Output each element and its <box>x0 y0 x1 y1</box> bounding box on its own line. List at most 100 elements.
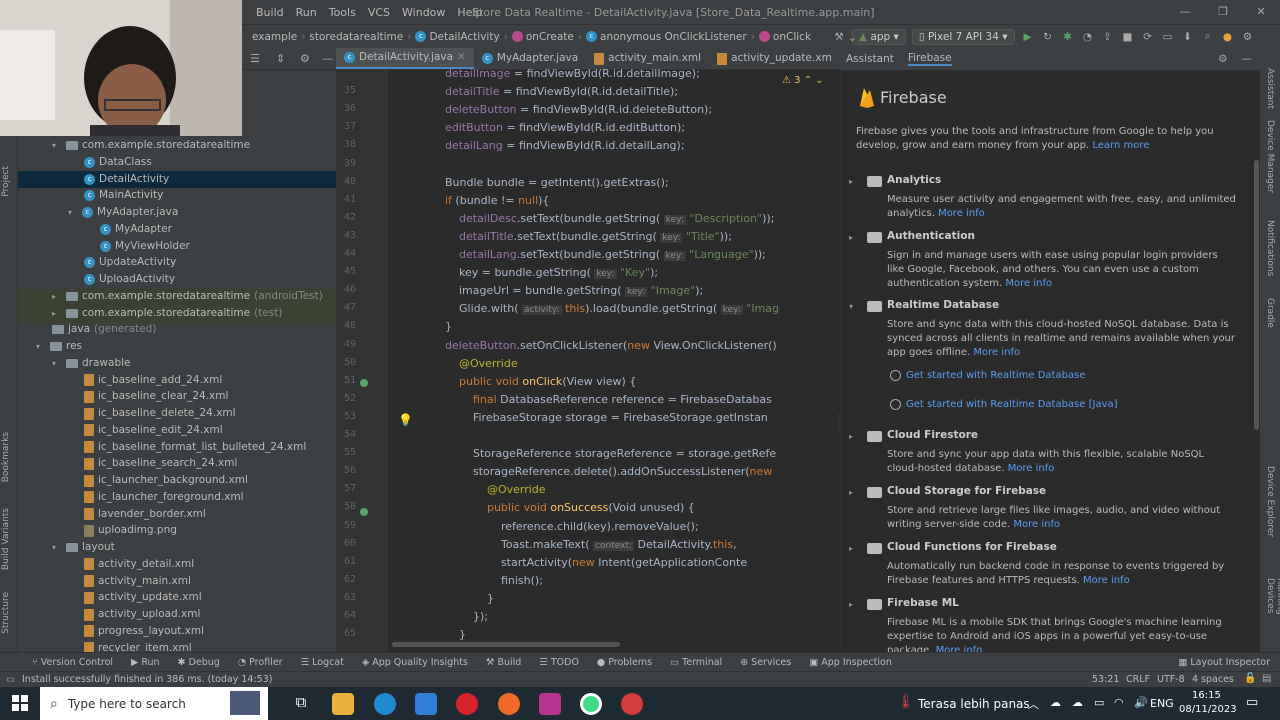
tree-item[interactable]: ▾ com.example.storedatarealtime <box>52 137 250 154</box>
expand-arrow-icon[interactable]: ▾ <box>52 539 62 556</box>
code-line[interactable]: StorageReference storageReference = stor… <box>445 447 776 460</box>
clock-date[interactable]: 08/11/2023 <box>1179 704 1237 715</box>
bookmarks-tool-tab[interactable]: Bookmarks <box>1 432 11 482</box>
device-explorer-tool-tab[interactable]: Device Explorer <box>1265 466 1275 537</box>
volume-icon[interactable]: 🔊 <box>1134 696 1148 709</box>
section-title[interactable]: Firebase ML <box>887 597 959 609</box>
app-inspection-tool[interactable]: ▣ App Inspection <box>801 657 900 668</box>
section-title[interactable]: Cloud Storage for Firebase <box>887 485 1046 497</box>
clock-time[interactable]: 16:15 <box>1192 690 1221 701</box>
more-info-link[interactable]: More info <box>938 208 985 219</box>
tab-activity-main[interactable]: activity_main.xml <box>586 48 709 69</box>
code-line[interactable]: if (bundle != null){ <box>445 194 549 207</box>
restore-icon[interactable]: ❐ <box>1204 0 1242 24</box>
project-tool-tab[interactable]: Project <box>1 166 11 197</box>
breadcrumb-onclick[interactable]: onClick <box>755 31 815 43</box>
windows-start-icon[interactable] <box>12 695 28 711</box>
section-expand-icon[interactable]: ▾ <box>849 302 853 311</box>
build-variants-tool-tab[interactable]: Build Variants <box>1 508 11 570</box>
tree-item[interactable]: ic_baseline_clear_24.xml <box>84 388 228 405</box>
get-started-link[interactable]: Get started with Realtime Database [Java… <box>890 399 1118 410</box>
memory-icon[interactable]: ▤ <box>1262 673 1271 684</box>
code-line[interactable]: reference.child(key).removeValue(); <box>445 520 699 533</box>
logcat-tool[interactable]: ☰ Logcat <box>293 657 352 668</box>
menu-tools[interactable]: Tools <box>323 6 362 19</box>
tree-item[interactable]: activity_detail.xml <box>84 556 194 573</box>
tree-item[interactable]: ▾ res <box>36 338 82 355</box>
code-line[interactable]: startActivity(new Intent(getApplicationC… <box>445 556 747 569</box>
tree-item[interactable]: ic_launcher_foreground.xml <box>84 489 244 506</box>
menu-build[interactable]: Build <box>250 6 290 19</box>
expand-arrow-icon[interactable]: ▾ <box>68 204 78 221</box>
tree-item[interactable]: ic_baseline_edit_24.xml <box>84 422 223 439</box>
battery-icon[interactable]: ▭ <box>1094 696 1104 709</box>
winrar-icon[interactable] <box>539 693 561 715</box>
breadcrumb-class[interactable]: c DetailActivity <box>411 31 503 43</box>
code-line[interactable]: detailImage = findViewById(R.id.detailIm… <box>445 67 700 80</box>
code-line[interactable]: @Override <box>445 357 518 370</box>
tree-item[interactable]: ic_baseline_add_24.xml <box>84 372 222 389</box>
services-tool[interactable]: ⊕ Services <box>732 657 799 668</box>
profile-icon[interactable]: ◔ <box>1078 31 1098 43</box>
tree-item[interactable]: c MyViewHolder <box>100 238 190 255</box>
taskbar-search[interactable]: ⌕ Type here to search <box>40 687 268 720</box>
code-line[interactable]: FirebaseStorage storage = FirebaseStorag… <box>445 411 768 424</box>
code-line[interactable]: public void onSuccess(Void unused) { <box>445 501 695 514</box>
tree-item[interactable]: activity_main.xml <box>84 573 191 590</box>
get-started-link[interactable]: Get started with Realtime Database <box>890 370 1085 381</box>
code-line[interactable]: }); <box>445 610 488 623</box>
code-line[interactable]: editButton = findViewById(R.id.editButto… <box>445 121 685 134</box>
todo-tool[interactable]: ☰ TODO <box>531 657 587 668</box>
tree-item[interactable]: c DataClass <box>84 154 152 171</box>
warning-indicator[interactable]: ⚠ 3 ⌃ ⌄ <box>782 75 824 86</box>
expand-icon[interactable]: ⇕ <box>276 52 285 65</box>
device-manager-tool-tab[interactable]: Device Manager <box>1265 120 1275 193</box>
run-icon[interactable]: ▶ <box>1018 31 1038 43</box>
lock-icon[interactable]: 🔓 <box>1244 673 1256 684</box>
horizontal-scrollbar[interactable] <box>392 642 620 647</box>
tree-item[interactable]: ic_baseline_search_24.xml <box>84 455 237 472</box>
sdk-icon[interactable]: ⬇ <box>1178 31 1198 43</box>
code-line[interactable]: Glide.with( activity: this).load(bundle.… <box>445 302 779 316</box>
breadcrumb-method[interactable]: onCreate <box>508 31 578 43</box>
code-line[interactable]: Toast.makeText( context: DetailActivity.… <box>445 538 737 551</box>
section-title[interactable]: Cloud Firestore <box>887 429 978 441</box>
tab-myadapter[interactable]: c MyAdapter.java <box>474 48 586 69</box>
terminal-tool[interactable]: ▭ Terminal <box>662 657 730 668</box>
running-devices-tool-tab[interactable]: Running Devices <box>1265 578 1280 652</box>
file-encoding[interactable]: UTF-8 <box>1157 674 1185 685</box>
app-quality-tool[interactable]: ◈ App Quality Insights <box>354 657 476 668</box>
code-line[interactable]: deleteButton.setOnClickListener(new View… <box>445 339 777 352</box>
indent-setting[interactable]: 4 spaces <box>1192 674 1234 685</box>
assistant-scrollbar[interactable] <box>1254 160 1259 430</box>
opera-icon[interactable] <box>456 693 478 715</box>
tree-item[interactable]: ic_launcher_background.xml <box>84 472 248 489</box>
tree-item[interactable]: uploadimg.png <box>84 522 177 539</box>
menu-run[interactable]: Run <box>290 6 323 19</box>
more-info-link[interactable]: More info <box>1005 278 1052 289</box>
tab-activity-update[interactable]: activity_update.xm <box>709 48 840 69</box>
expand-arrow-icon[interactable]: ▸ <box>52 305 62 322</box>
tree-item[interactable]: ▸ com.example.storedatarealtime (test) <box>52 305 282 322</box>
assistant-tool-tab[interactable]: Assistant <box>1265 68 1275 109</box>
caret-position[interactable]: 53:21 <box>1092 674 1119 685</box>
code-line[interactable]: @Override <box>445 483 546 496</box>
section-title[interactable]: Authentication <box>887 230 975 242</box>
panel-settings-icon[interactable]: ⚙ <box>1218 53 1227 65</box>
code-line[interactable]: finish(); <box>445 574 543 587</box>
mail-icon[interactable] <box>415 693 437 715</box>
device-select[interactable]: ▯ Pixel 7 API 34 ▾ <box>911 28 1015 45</box>
debug-tool[interactable]: ✱ Debug <box>170 657 228 668</box>
section-expand-icon[interactable]: ▸ <box>849 432 853 441</box>
code-line[interactable]: detailLang = findViewById(R.id.detailLan… <box>445 139 685 152</box>
profiler-tool[interactable]: ◔ Profiler <box>230 657 291 668</box>
android-studio-icon[interactable] <box>580 693 602 715</box>
status-message[interactable]: Install successfully finished in 386 ms.… <box>22 674 272 685</box>
more-info-link[interactable]: More info <box>973 347 1020 358</box>
tree-item[interactable]: ▾ drawable <box>52 355 130 372</box>
tab-detailactivity[interactable]: c DetailActivity.java ✕ <box>336 48 474 69</box>
section-title[interactable]: Realtime Database <box>887 299 999 311</box>
code-line[interactable]: } <box>445 592 494 605</box>
wifi-icon[interactable]: ◠ <box>1114 696 1124 709</box>
notifications-tool-tab[interactable]: Notifications <box>1265 220 1275 276</box>
